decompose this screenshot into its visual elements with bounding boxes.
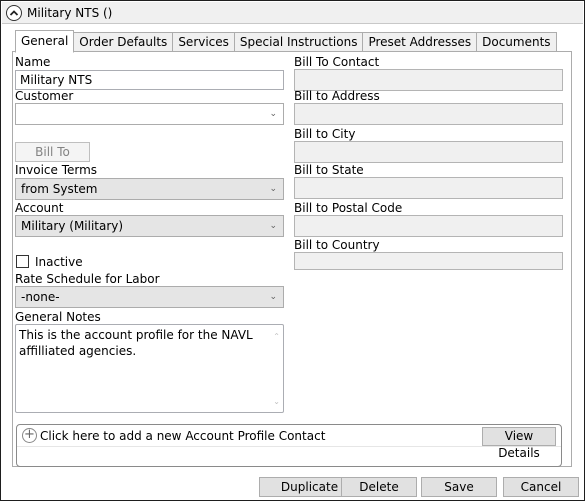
save-button[interactable]: Save [421, 477, 497, 497]
add-contact-link[interactable]: Click here to add a new Account Profile … [40, 429, 325, 443]
bill-to-address-label: Bill to Address [294, 89, 380, 103]
tab-order-defaults[interactable]: Order Defaults [74, 32, 174, 53]
tab-services[interactable]: Services [173, 32, 235, 53]
plus-circle-icon[interactable]: + [22, 428, 37, 443]
customer-label: Customer [15, 89, 74, 103]
tab-documents[interactable]: Documents [477, 32, 557, 53]
invoice-terms-label: Invoice Terms [15, 163, 98, 177]
account-value: Military (Military) [21, 219, 124, 233]
chevron-down-icon: ⌄ [269, 109, 277, 119]
customer-select[interactable]: ⌄ [15, 103, 284, 125]
bill-to-postal-code-input[interactable] [294, 215, 563, 237]
delete-button[interactable]: Delete [341, 477, 417, 497]
inactive-label: Inactive [35, 255, 83, 269]
rate-schedule-select[interactable]: -none- ⌄ [15, 286, 284, 308]
chevron-down-icon: ⌄ [269, 184, 277, 194]
view-details-button[interactable]: View Details [482, 427, 556, 460]
bill-to-contact-input[interactable] [294, 69, 563, 91]
add-contact-row[interactable]: + Click here to add a new Account Profil… [17, 425, 561, 447]
general-notes-label: General Notes [15, 310, 101, 324]
bill-to-button[interactable]: Bill To [15, 142, 90, 162]
bill-to-address-input[interactable] [294, 103, 563, 125]
section-header: Military NTS () [2, 2, 583, 24]
invoice-terms-value: from System [21, 182, 98, 196]
bill-to-state-label: Bill to State [294, 163, 364, 177]
bill-to-country-label: Bill to Country [294, 238, 380, 252]
inactive-checkbox[interactable] [16, 255, 29, 268]
name-label: Name [15, 55, 51, 69]
tab-special-instructions[interactable]: Special Instructions [234, 32, 364, 53]
chevron-down-icon: ⌄ [269, 292, 277, 302]
rate-schedule-label: Rate Schedule for Labor [15, 272, 160, 286]
bill-to-postal-code-label: Bill to Postal Code [294, 201, 403, 215]
bill-to-contact-label: Bill To Contact [294, 55, 380, 69]
account-select[interactable]: Military (Military) ⌄ [15, 215, 284, 237]
general-notes-text: This is the account profile for the NAVL… [19, 328, 253, 358]
cancel-button[interactable]: Cancel [503, 477, 579, 497]
account-profile-contacts: + Click here to add a new Account Profil… [16, 424, 562, 467]
bill-to-city-label: Bill to City [294, 127, 356, 141]
rate-schedule-value: -none- [21, 290, 60, 304]
bill-to-country-input[interactable] [294, 252, 563, 270]
invoice-terms-select[interactable]: from System ⌄ [15, 178, 284, 200]
header-title: Military NTS () [27, 6, 113, 20]
scroll-down-icon[interactable]: ⌄ [273, 394, 280, 410]
chevron-down-icon: ⌄ [269, 221, 277, 231]
bill-to-city-input[interactable] [294, 141, 563, 163]
account-label: Account [15, 201, 64, 215]
chevron-up-icon [9, 10, 19, 16]
name-input[interactable]: Military NTS [15, 70, 284, 90]
scroll-up-icon[interactable]: ⌃ [273, 329, 280, 345]
collapse-button[interactable] [6, 5, 22, 21]
general-notes-textarea[interactable]: This is the account profile for the NAVL… [15, 324, 284, 413]
bill-to-state-input[interactable] [294, 177, 563, 199]
account-profile-window: Military NTS () General Order Defaults S… [0, 0, 585, 501]
tab-preset-addresses[interactable]: Preset Addresses [363, 32, 478, 53]
tab-general[interactable]: General [15, 30, 75, 53]
tab-strip: General Order Defaults Services Special … [15, 30, 557, 53]
